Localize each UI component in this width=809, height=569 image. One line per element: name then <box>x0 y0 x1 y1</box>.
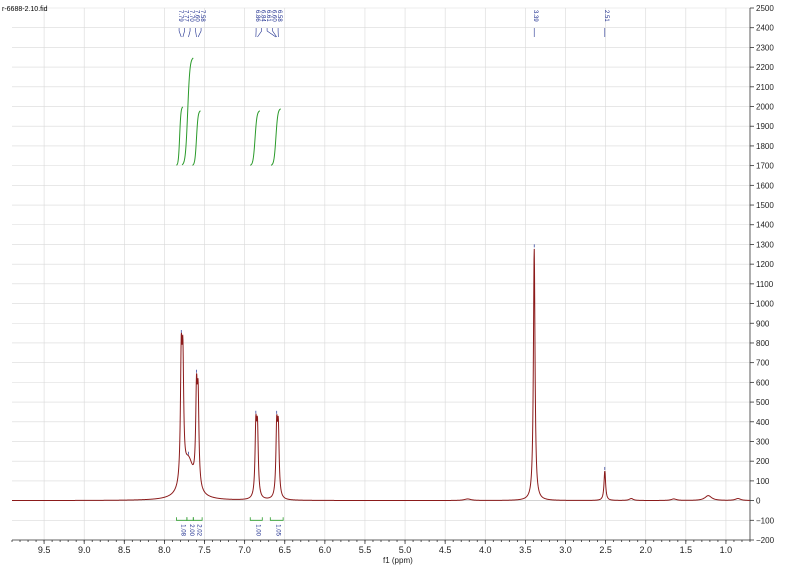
y-tick-label: 100 <box>756 477 770 486</box>
grid-layer <box>12 7 750 541</box>
y-tick-label: 2300 <box>756 43 774 52</box>
integration-bracket <box>192 517 203 521</box>
integration-value: 2.02 <box>196 524 202 536</box>
x-tick-label: 2.5 <box>599 545 612 555</box>
x-tick-label: 8.5 <box>118 545 131 555</box>
integral-curve <box>181 57 194 166</box>
integration-bracket <box>249 517 263 521</box>
y-tick-label: −100 <box>756 516 775 525</box>
x-tick-label: 7.5 <box>198 545 211 555</box>
y-tick-label: 800 <box>756 339 770 348</box>
y-tick-label: 2100 <box>756 83 774 92</box>
y-tick-label: 300 <box>756 437 770 446</box>
y-tick-label: 1500 <box>756 201 774 210</box>
y-tick-label: 500 <box>756 398 770 407</box>
x-tick-label: 4.5 <box>439 545 452 555</box>
peak-label-connector <box>257 28 262 38</box>
integral-curve <box>176 106 184 166</box>
y-tick-label: 1900 <box>756 122 774 131</box>
integral-curve <box>270 108 281 166</box>
peak-label: 6.86 <box>254 10 260 22</box>
peak-label: 7.60 <box>194 10 200 22</box>
y-tick-label: 1800 <box>756 142 774 151</box>
x-tick-label: 1.5 <box>680 545 693 555</box>
integral-curve <box>250 110 261 166</box>
x-tick-label: 1.0 <box>720 545 733 555</box>
integration-value: 1.08 <box>180 524 186 536</box>
peak-label: 6.60 <box>271 10 277 22</box>
integration-bracket <box>186 517 194 521</box>
y-tick-label: 2200 <box>756 63 774 72</box>
y-tick-label: 700 <box>756 359 770 368</box>
y-tick-label: 1700 <box>756 162 774 171</box>
integration-bracket <box>176 517 188 521</box>
peak-label: 6.61 <box>265 10 271 22</box>
y-tick-label: 2000 <box>756 103 774 112</box>
x-tick-label: 2.0 <box>639 545 652 555</box>
peak-label-connector <box>188 28 191 38</box>
y-tick-label: 1100 <box>756 280 774 289</box>
peak-label-connector <box>197 28 202 38</box>
integral-curve <box>192 110 201 166</box>
chart-title: r-6688-2.10.fid <box>2 6 48 13</box>
x-tick-label: 7.0 <box>238 545 251 555</box>
peak-label: 7.79 <box>177 10 183 22</box>
peak-label-connector <box>195 28 197 38</box>
peak-label-connector <box>272 28 277 38</box>
x-tick-label: 9.5 <box>38 545 51 555</box>
x-tick-label: 4.0 <box>479 545 492 555</box>
y-tick-label: 200 <box>756 457 770 466</box>
y-tick-label: 1000 <box>756 300 774 309</box>
peak-label-connector <box>266 28 277 38</box>
spectrum-series-line <box>12 248 751 502</box>
y-tick-label: 1600 <box>756 181 774 190</box>
y-tick-label: 600 <box>756 378 770 387</box>
x-axis-label: f1 (ppm) <box>383 556 413 565</box>
x-tick-label: 8.0 <box>158 545 171 555</box>
x-tick-label: 3.5 <box>519 545 532 555</box>
peak-label-connector <box>182 28 185 38</box>
peak-label: 2.51 <box>603 10 609 22</box>
y-tick-label: 1400 <box>756 221 774 230</box>
nmr-spectrum-chart: 9.5 9.0 8.5 8.0 7.5 7.0 6.5 6.0 5.5 5.0 4.5 4.0 3.5 3… <box>2 4 775 565</box>
x-tick-label: 9.0 <box>78 545 91 555</box>
y-tick-label: 900 <box>756 319 770 328</box>
peak-label: 6.84 <box>260 10 266 22</box>
y-tick-label: 2500 <box>756 4 774 13</box>
y-tick-label: 400 <box>756 418 770 427</box>
peak-label: 7.70 <box>188 10 194 22</box>
x-tick-label: 6.0 <box>319 545 332 555</box>
x-tick-label: 6.5 <box>278 545 291 555</box>
peak-labels: 7.79 7.77 7.70 7.60 7.58 6.86 6.84 6.61 6.60 6.58… <box>177 10 609 470</box>
integral-curves <box>176 57 281 166</box>
peak-label: 3.39 <box>532 10 538 22</box>
peak-label: 7.77 <box>183 10 189 22</box>
y-tick-label: 2400 <box>756 24 774 33</box>
integration-value: 1.00 <box>254 524 260 536</box>
y-tick-label: 0 <box>756 497 761 506</box>
peak-label: 7.58 <box>199 10 205 22</box>
y-tick-label: −200 <box>756 536 775 545</box>
x-tick-label: 3.0 <box>559 545 572 555</box>
peak-label: 6.58 <box>276 10 282 22</box>
x-tick-label: 5.0 <box>399 545 412 555</box>
integration-value: 2.00 <box>188 524 194 536</box>
integration-bracket <box>269 517 284 521</box>
peak-label-connector <box>178 28 182 38</box>
x-tick-label: 5.5 <box>359 545 372 555</box>
y-tick-label: 1200 <box>756 260 774 269</box>
y-tick-label: 1300 <box>756 240 774 249</box>
integration-value: 1.05 <box>275 524 281 536</box>
